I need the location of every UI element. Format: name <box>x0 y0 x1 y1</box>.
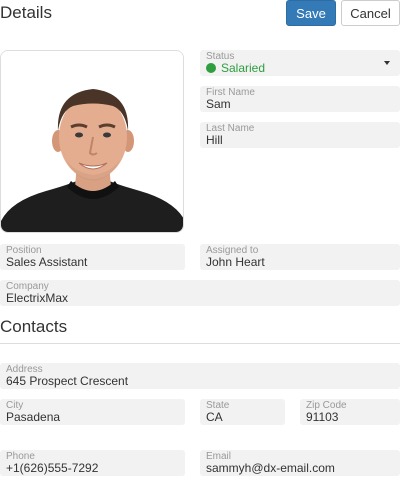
page-title: Details <box>0 3 52 22</box>
last-name-label: Last Name <box>206 123 255 134</box>
zip-code-field[interactable]: Zip Code 91103 <box>300 399 400 425</box>
city-value: Pasadena <box>6 410 61 424</box>
first-name-field[interactable]: First Name Sam <box>200 86 400 112</box>
phone-field[interactable]: Phone +1(626)555-7292 <box>0 450 185 476</box>
save-button[interactable]: Save <box>286 0 336 26</box>
state-value: CA <box>206 410 223 424</box>
last-name-value: Hill <box>206 133 223 147</box>
person-photo-icon <box>1 51 183 232</box>
contacts-title: Contacts <box>0 317 68 336</box>
state-field[interactable]: State CA <box>200 399 285 425</box>
employee-photo <box>0 50 184 233</box>
address-value: 645 Prospect Crescent <box>6 374 129 388</box>
company-value: ElectrixMax <box>6 291 69 305</box>
email-field[interactable]: Email sammyh@dx-email.com <box>200 450 400 476</box>
chevron-down-icon[interactable] <box>384 61 390 65</box>
address-field[interactable]: Address 645 Prospect Crescent <box>0 363 400 389</box>
zip-code-value: 91103 <box>306 410 339 424</box>
first-name-value: Sam <box>206 97 231 111</box>
status-value: Salaried <box>221 61 266 75</box>
status-select[interactable]: Status Salaried <box>200 50 400 76</box>
company-field[interactable]: Company ElectrixMax <box>0 280 400 306</box>
assigned-to-field[interactable]: Assigned to John Heart <box>200 244 400 270</box>
position-value: Sales Assistant <box>6 255 88 269</box>
first-name-label: First Name <box>206 87 255 98</box>
section-divider <box>0 343 400 344</box>
email-value: sammyh@dx-email.com <box>206 461 335 475</box>
position-field[interactable]: Position Sales Assistant <box>0 244 185 270</box>
status-dot-icon <box>206 63 216 73</box>
phone-value: +1(626)555-7292 <box>6 461 99 475</box>
last-name-field[interactable]: Last Name Hill <box>200 122 400 148</box>
cancel-button[interactable]: Cancel <box>341 0 400 26</box>
assigned-to-value: John Heart <box>206 255 265 269</box>
city-field[interactable]: City Pasadena <box>0 399 185 425</box>
